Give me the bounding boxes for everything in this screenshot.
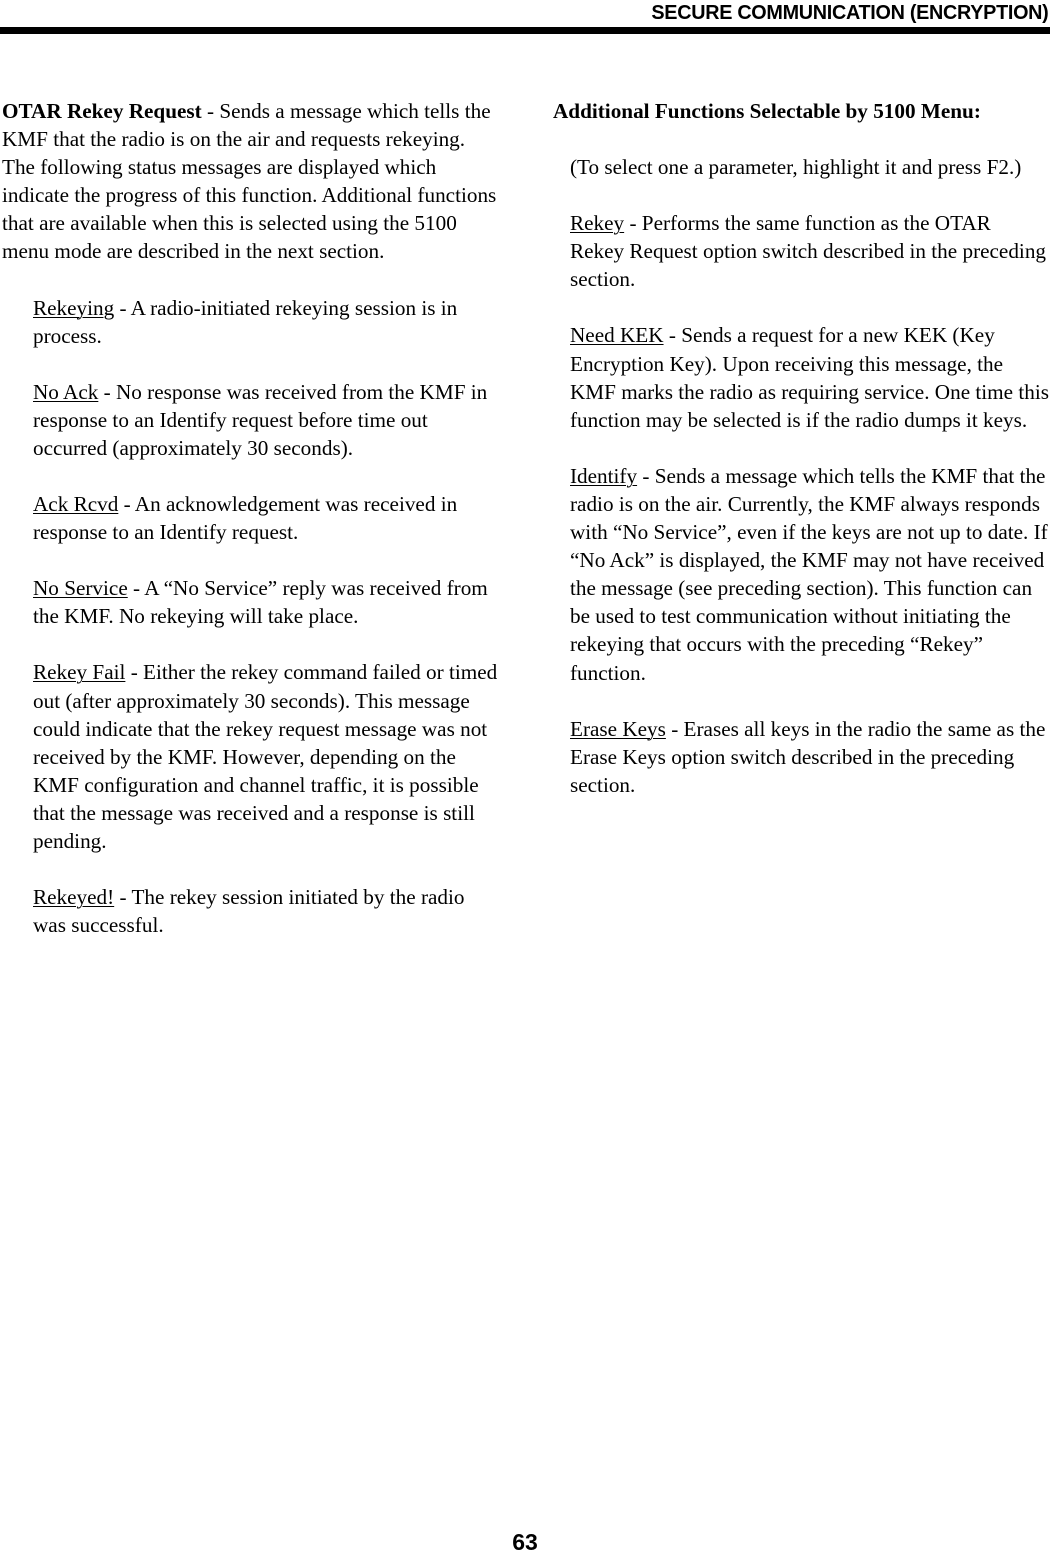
status-term: No Service [33,576,128,601]
list-item: No Ack - No response was received from t… [33,378,502,462]
status-description: - Either the rekey command failed or tim… [33,660,498,853]
status-message-no-ack: No Ack - No response was received from t… [33,378,502,462]
otar-rekey-request-term: OTAR Rekey Request [2,99,202,123]
status-term: No Ack [33,379,99,404]
status-message-rekey-fail: Rekey Fail - Either the rekey command fa… [33,658,502,855]
spacer [570,293,1050,321]
function-description: - Sends a message which tells the KMF th… [570,463,1048,685]
function-description: - Performs the same function as the OTAR… [570,211,1047,292]
status-message-ack-rcvd: Ack Rcvd - An acknowledgement was receiv… [33,490,502,546]
function-term: Need KEK [570,323,664,348]
status-message-no-service: No Service - A “No Service” reply was re… [33,574,502,630]
spacer [33,350,502,378]
status-description: - No response was received from the KMF … [33,379,488,460]
function-identify: Identify - Sends a message which tells t… [570,462,1050,687]
status-message-list: Rekeying - A radio-initiated rekeying se… [33,294,502,940]
selection-instructions: (To select one a parameter, highlight it… [570,153,1050,181]
function-rekey: Rekey - Performs the same function as th… [570,209,1050,293]
left-column: OTAR Rekey Request - Sends a message whi… [2,97,502,939]
spacer [570,687,1050,715]
function-erase-keys: Erase Keys - Erases all keys in the radi… [570,715,1050,799]
function-need-kek: Need KEK - Sends a request for a new KEK… [570,321,1050,433]
spacer [570,181,1050,209]
list-item: Identify - Sends a message which tells t… [570,462,1050,687]
list-item: Rekey - Performs the same function as th… [570,209,1050,293]
list-item: Rekeyed! - The rekey session initiated b… [33,883,502,939]
additional-functions-list: (To select one a parameter, highlight it… [570,153,1050,799]
list-item: Need KEK - Sends a request for a new KEK… [570,321,1050,433]
list-item: No Service - A “No Service” reply was re… [33,574,502,630]
running-head-title: SECURE COMMUNICATION (ENCRYPTION) [650,1,1048,24]
list-item: Rekey Fail - Either the rekey command fa… [33,658,502,855]
spacer [570,434,1050,462]
function-term: Identify [570,463,638,488]
spacer [33,546,502,574]
page-number: 63 [512,1529,538,1555]
otar-rekey-request-body: - Sends a message which tells the KMF th… [2,99,497,264]
header-rule [0,27,1050,34]
list-item: Ack Rcvd - An acknowledgement was receiv… [33,490,502,546]
status-term: Ack Rcvd [33,492,119,517]
spacer [33,630,502,658]
function-term: Rekey [570,211,625,236]
list-item: Rekeying - A radio-initiated rekeying se… [33,294,502,350]
spacer [33,462,502,490]
status-term: Rekeying [33,295,115,320]
status-message-rekeying: Rekeying - A radio-initiated rekeying se… [33,294,502,350]
page-header: SECURE COMMUNICATION (ENCRYPTION) [0,0,1050,34]
right-column: Additional Functions Selectable by 5100 … [553,97,1050,799]
selection-instructions-text: (To select one a parameter, highlight it… [570,155,1022,180]
section-heading-additional-functions: Additional Functions Selectable by 5100 … [553,99,981,123]
function-term: Erase Keys [570,716,666,741]
list-item: Erase Keys - Erases all keys in the radi… [570,715,1050,799]
status-term: Rekeyed! [33,885,115,910]
status-term: Rekey Fail [33,660,126,685]
spacer [33,855,502,883]
otar-rekey-request-paragraph: OTAR Rekey Request - Sends a message whi… [2,97,502,266]
status-message-rekeyed: Rekeyed! - The rekey session initiated b… [33,883,502,939]
